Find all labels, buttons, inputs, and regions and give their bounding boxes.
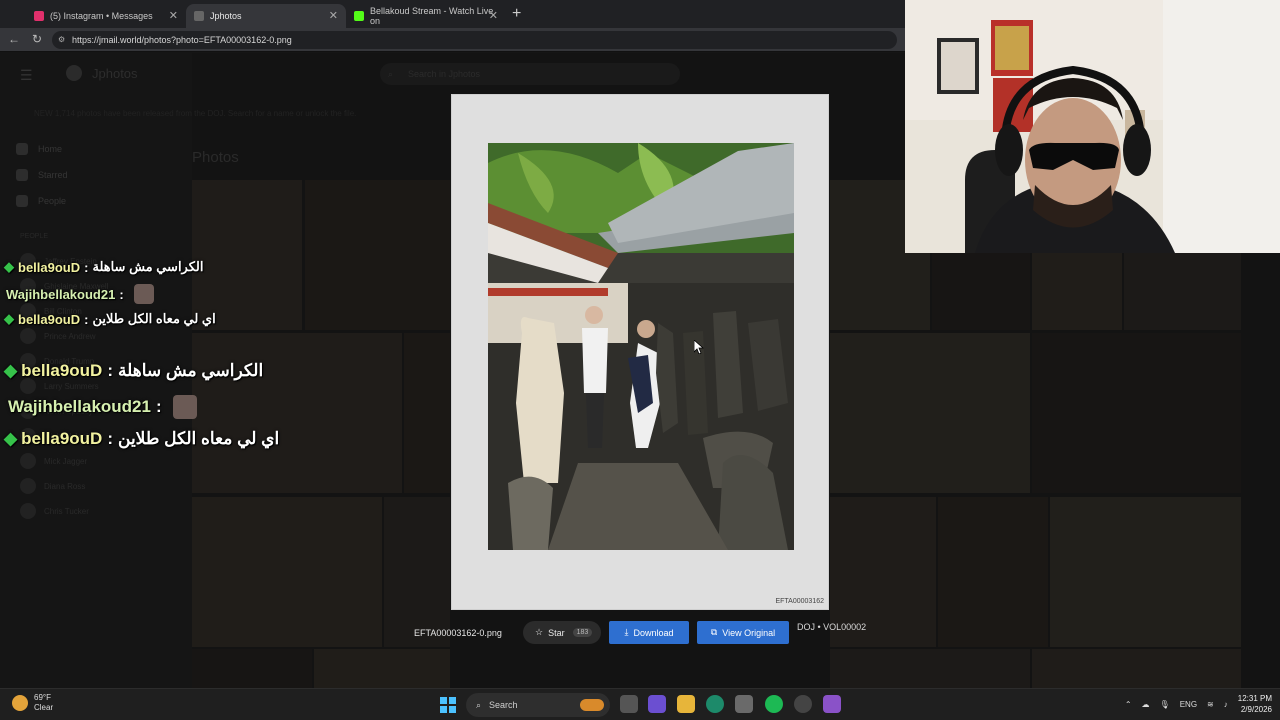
chat-separator: : bbox=[84, 311, 89, 327]
viewer-action-bar: EFTA00003162-0.png ☆ Star 183 ⤓ Download… bbox=[0, 620, 1280, 650]
volume-label: DOJ • VOL00002 bbox=[797, 622, 867, 632]
volume-icon[interactable]: ♪ bbox=[1224, 700, 1228, 709]
chat-separator: : bbox=[107, 361, 113, 380]
chat-separator: : bbox=[84, 259, 89, 275]
viewer-photo bbox=[488, 143, 794, 550]
tab-label: (5) Instagram • Messages bbox=[50, 11, 153, 21]
clock-time: 12:31 PM bbox=[1237, 694, 1272, 703]
jphotos-icon bbox=[194, 11, 204, 21]
chat-message: ◆ bella9ouD : اي لي معاه الكل طلاين bbox=[4, 429, 279, 449]
chat-separator: : bbox=[107, 429, 113, 448]
tab-label: Bellakoud Stream - Watch Live on bbox=[370, 6, 494, 26]
task-view-icon[interactable] bbox=[620, 695, 638, 713]
weather-desc: Clear bbox=[34, 703, 54, 712]
chat-message: ◆ bella9ouD : الكراسي مش ساهلة bbox=[4, 361, 263, 381]
wifi-icon[interactable]: ≋ bbox=[1207, 700, 1214, 709]
subscriber-badge-icon: ◆ bbox=[4, 429, 18, 448]
close-icon[interactable]: ✕ bbox=[329, 9, 338, 22]
microphone-icon[interactable]: 🎙 bbox=[1160, 700, 1170, 709]
emote-image bbox=[133, 284, 154, 304]
streamer-webcam bbox=[905, 0, 1280, 253]
store-icon[interactable] bbox=[735, 695, 753, 713]
language-indicator[interactable]: ENG bbox=[1180, 700, 1197, 709]
url-text: https://jmail.world/photos?photo=EFTA000… bbox=[72, 35, 292, 45]
url-field[interactable]: ⚙ https://jmail.world/photos?photo=EFTA0… bbox=[52, 31, 897, 49]
weather-temp: 69°F bbox=[34, 693, 51, 702]
file-explorer-icon[interactable] bbox=[677, 695, 695, 713]
weather-widget[interactable]: 69°F Clear bbox=[12, 693, 53, 713]
instagram-icon bbox=[34, 11, 44, 21]
subscriber-badge-icon: ◆ bbox=[4, 311, 14, 326]
back-icon[interactable]: ← bbox=[8, 32, 20, 46]
close-icon[interactable]: ✕ bbox=[489, 9, 498, 22]
chat-separator: : bbox=[155, 397, 162, 416]
site-info-icon[interactable]: ⚙ bbox=[58, 31, 65, 49]
chat-text: الكراسي مش ساهلة bbox=[92, 259, 204, 274]
download-button[interactable]: ⤓ Download bbox=[609, 621, 689, 644]
star-button[interactable]: ☆ Star 183 bbox=[523, 621, 601, 644]
taskbar-search-label: Search bbox=[489, 700, 518, 710]
system-tray: ⌃ ☁ 🎙 ENG ≋ ♪ 12:31 PM 2/9/2026 bbox=[1125, 693, 1272, 715]
chat-username: Wajihbellakoud21 bbox=[6, 286, 116, 302]
chevron-up-icon[interactable]: ⌃ bbox=[1125, 700, 1132, 709]
obs-icon[interactable] bbox=[794, 695, 812, 713]
statue-garden-photo bbox=[488, 143, 794, 550]
chat-message: Wajihbellakoud21 : bbox=[8, 395, 197, 419]
chat-username: bella9ouD bbox=[18, 259, 81, 275]
browser-tab-bar: (5) Instagram • Messages ✕ Jphotos ✕ Bel… bbox=[0, 0, 905, 28]
twitch-icon[interactable] bbox=[823, 695, 841, 713]
star-count-badge: 183 bbox=[572, 628, 593, 637]
chat-text: الكراسي مش ساهلة bbox=[118, 361, 264, 380]
taskbar-search[interactable]: ⌕ Search bbox=[466, 693, 610, 717]
webcam-overlay bbox=[905, 0, 1280, 253]
edge-icon[interactable] bbox=[706, 695, 724, 713]
close-icon[interactable]: ✕ bbox=[169, 9, 178, 22]
clock[interactable]: 12:31 PM 2/9/2026 bbox=[1238, 693, 1272, 715]
start-button[interactable] bbox=[440, 697, 456, 713]
star-icon: ☆ bbox=[535, 627, 544, 637]
search-highlight-icon bbox=[580, 699, 604, 711]
search-icon: ⌕ bbox=[476, 699, 482, 710]
copilot-icon[interactable] bbox=[648, 695, 666, 713]
photo-id-label: EFTA00003162 bbox=[775, 598, 824, 605]
new-tab-button[interactable]: + bbox=[512, 5, 521, 23]
clock-date: 2/9/2026 bbox=[1240, 705, 1272, 714]
chat-message: Wajihbellakoud21 : bbox=[6, 284, 154, 304]
chat-username: Wajihbellakoud21 bbox=[8, 397, 151, 416]
spotify-icon[interactable] bbox=[765, 695, 783, 713]
chat-text: اي لي معاه الكل طلاين bbox=[92, 311, 216, 326]
tab-jphotos[interactable]: Jphotos ✕ bbox=[186, 4, 346, 28]
tab-instagram[interactable]: (5) Instagram • Messages ✕ bbox=[26, 4, 186, 28]
view-original-button[interactable]: ⧉ View Original bbox=[697, 621, 789, 644]
chat-username: bella9ouD bbox=[21, 429, 103, 448]
weather-icon bbox=[12, 695, 28, 711]
windows-taskbar: 69°F Clear ⌕ Search ⌃ ☁ 🎙 ENG ≋ ♪ 12:31 … bbox=[0, 688, 1280, 720]
address-bar-row: ← ↻ ⚙ https://jmail.world/photos?photo=E… bbox=[0, 28, 905, 52]
download-icon: ⤓ bbox=[624, 627, 629, 637]
download-label: Download bbox=[633, 627, 674, 638]
cloud-icon[interactable]: ☁ bbox=[1142, 700, 1150, 709]
subscriber-badge-icon: ◆ bbox=[4, 361, 18, 380]
view-original-label: View Original bbox=[722, 627, 776, 638]
photo-filename: EFTA00003162-0.png bbox=[414, 628, 502, 638]
emote-image bbox=[172, 395, 197, 419]
chat-message: ◆ bella9ouD : الكراسي مش ساهلة bbox=[4, 259, 203, 275]
star-label: Star bbox=[548, 627, 565, 638]
kick-icon bbox=[354, 11, 364, 21]
mouse-cursor bbox=[694, 340, 704, 354]
tab-bellakoud-stream[interactable]: Bellakoud Stream - Watch Live on ✕ bbox=[346, 4, 506, 28]
tab-label: Jphotos bbox=[210, 11, 242, 21]
chat-text: اي لي معاه الكل طلاين bbox=[118, 429, 280, 448]
photo-viewer-modal: EFTA00003162 bbox=[451, 94, 829, 610]
chat-username: bella9ouD bbox=[18, 311, 81, 327]
reload-icon[interactable]: ↻ bbox=[32, 32, 42, 46]
external-link-icon: ⧉ bbox=[710, 627, 718, 637]
chat-username: bella9ouD bbox=[21, 361, 103, 380]
chat-message: ◆ bella9ouD : اي لي معاه الكل طلاين bbox=[4, 311, 216, 327]
subscriber-badge-icon: ◆ bbox=[4, 259, 14, 274]
chat-separator: : bbox=[119, 286, 124, 302]
